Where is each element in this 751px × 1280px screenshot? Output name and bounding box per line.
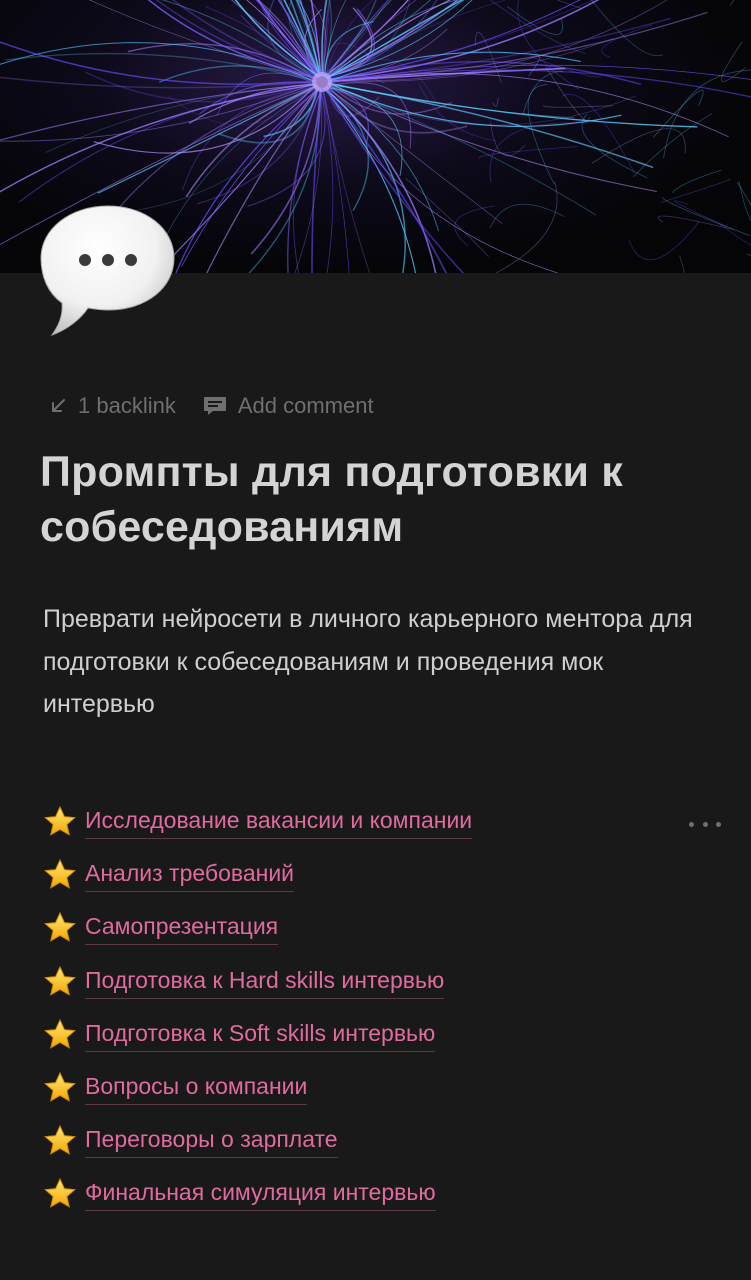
page-link[interactable]: Подготовка к Hard skills интервью <box>85 963 445 999</box>
notion-page: 1 backlink Add comment Промпты для подго… <box>0 0 751 1280</box>
comment-icon <box>202 394 228 418</box>
page-link[interactable]: Самопрезентация <box>85 909 279 946</box>
dot <box>716 821 721 827</box>
list-item[interactable]: Переговоры о зарплате <box>43 1122 723 1175</box>
star-icon <box>43 1071 77 1105</box>
page-title[interactable]: Промпты для подготовки к собеседованиям <box>40 445 730 555</box>
star-icon <box>43 858 77 892</box>
star-icon <box>43 1177 77 1211</box>
backlink-button[interactable]: 1 backlink <box>48 393 176 419</box>
page-link[interactable]: Исследование вакансии и компании <box>85 803 473 839</box>
star-icon <box>43 965 77 999</box>
link-list: Исследование вакансии и компании Анализ т… <box>43 803 723 1229</box>
page-meta-row: 1 backlink Add comment <box>48 390 400 422</box>
add-comment-label: Add comment <box>237 393 374 418</box>
star-icon <box>43 1124 77 1158</box>
dot <box>689 821 694 827</box>
page-description[interactable]: Преврати нейросети в личного карьерного … <box>43 598 713 726</box>
page-link[interactable]: Финальная симуляция интервью <box>85 1175 436 1212</box>
list-item[interactable]: Анализ требований <box>43 856 723 909</box>
page-link[interactable]: Вопросы о компании <box>85 1069 308 1105</box>
speech-bubble-icon[interactable] <box>38 202 178 337</box>
list-item[interactable]: Вопросы о компании <box>43 1069 723 1122</box>
add-comment-button[interactable]: Add comment <box>202 393 374 419</box>
star-icon <box>43 1018 77 1052</box>
dot <box>702 821 708 827</box>
page-link[interactable]: Анализ требований <box>85 856 295 893</box>
arrow-down-left-icon <box>48 396 68 416</box>
more-options-button[interactable] <box>689 812 721 836</box>
backlink-label: 1 backlink <box>78 393 176 418</box>
list-item[interactable]: Исследование вакансии и компании <box>43 803 723 856</box>
page-link[interactable]: Переговоры о зарплате <box>85 1122 338 1159</box>
list-item[interactable]: Подготовка к Soft skills интервью <box>43 1016 723 1069</box>
list-item[interactable]: Самопрезентация <box>43 909 723 962</box>
star-icon <box>43 805 77 839</box>
list-item[interactable]: Финальная симуляция интервью <box>43 1175 723 1228</box>
star-icon <box>43 911 77 945</box>
list-item[interactable]: Подготовка к Hard skills интервью <box>43 963 723 1016</box>
page-link[interactable]: Подготовка к Soft skills интервью <box>85 1016 436 1052</box>
